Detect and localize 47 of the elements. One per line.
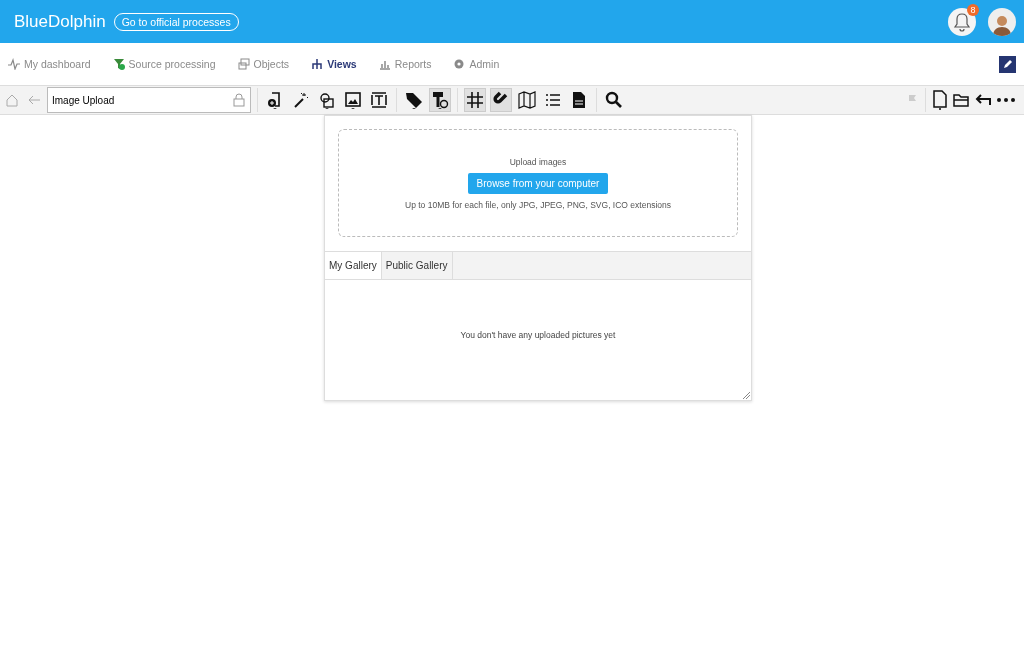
toolbar-button[interactable] — [516, 88, 538, 112]
pencil-icon — [1002, 59, 1013, 69]
shapes-icon — [318, 91, 336, 109]
magic-wand-icon — [292, 91, 310, 109]
nav-tab[interactable]: Admin — [453, 58, 500, 70]
more-icon[interactable] — [996, 97, 1016, 103]
edit-button[interactable] — [999, 55, 1016, 73]
browse-button[interactable]: Browse from your computer — [467, 172, 609, 194]
nav-tab[interactable]: My dashboard — [8, 58, 91, 70]
nav-tab[interactable]: Reports — [378, 58, 432, 70]
funnel-icon — [112, 58, 125, 70]
empty-message: You don't have any uploaded pictures yet — [460, 330, 616, 342]
undo-arrow-icon[interactable] — [974, 93, 992, 107]
notification-count: 8 — [967, 3, 979, 16]
document-icon — [570, 91, 588, 109]
nav-tab[interactable]: Source processing — [112, 58, 216, 70]
resize-handle-icon[interactable] — [742, 391, 750, 399]
notifications-button[interactable]: 8 — [948, 7, 976, 36]
hierarchy-icon — [311, 58, 324, 70]
toolbar-button[interactable] — [464, 88, 486, 112]
folder-icon[interactable] — [952, 92, 970, 108]
drop-zone[interactable]: Upload images Browse from your computer Up to 10MB for each file, only JPG, JPEG, PNG, SVG, ICO extensions — [338, 129, 738, 237]
pulse-icon — [8, 58, 20, 70]
toolbar-button[interactable] — [490, 88, 512, 112]
tag-icon — [405, 91, 423, 109]
grid-icon — [466, 91, 484, 109]
search-icon — [605, 91, 623, 109]
bar-chart-icon — [378, 58, 391, 70]
windows-icon — [237, 58, 250, 70]
nav-tab[interactable]: Views — [311, 58, 357, 70]
gallery-tab[interactable]: My Gallery — [325, 252, 382, 279]
upload-title: Upload images — [509, 156, 567, 167]
brand-logo[interactable]: BlueDolphin — [14, 11, 106, 32]
gallery-tab[interactable]: Public Gallery — [381, 252, 453, 279]
text-frame-icon — [370, 91, 388, 109]
view-name-field[interactable]: Image Upload — [47, 87, 251, 113]
user-avatar[interactable] — [988, 7, 1016, 36]
image-icon — [344, 91, 362, 109]
toolbar-button[interactable] — [429, 88, 451, 112]
document-icon[interactable] — [932, 90, 948, 110]
paint-roller-icon — [431, 91, 449, 109]
nav-tab[interactable]: Objects — [237, 58, 290, 70]
bell-icon — [953, 11, 971, 32]
upload-hint: Up to 10MB for each file, only JPG, JPEG, PNG, SVG, ICO extensions — [405, 199, 671, 210]
list-icon — [544, 91, 562, 109]
lock-icon — [233, 93, 245, 107]
map-icon — [518, 91, 536, 109]
